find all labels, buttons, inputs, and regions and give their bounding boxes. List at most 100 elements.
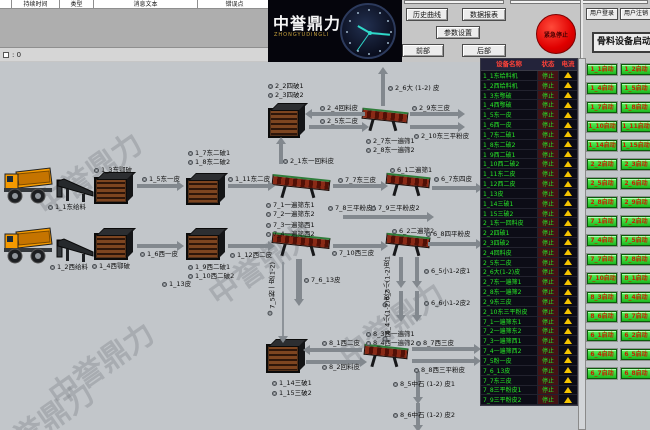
emergency-stop-button[interactable]: 紧急停止 bbox=[536, 14, 576, 54]
device-row[interactable]: 1_4西鄂破停止 bbox=[481, 100, 577, 110]
device-row[interactable]: 7_5粉一皮停止 bbox=[481, 356, 577, 366]
device-start-button[interactable]: 7_10启动 bbox=[587, 273, 617, 284]
brand-title: 中誉鼎力 bbox=[273, 10, 341, 34]
vibrating-screen-icon[interactable] bbox=[364, 344, 408, 368]
alarm-filter-icon[interactable] bbox=[3, 52, 9, 58]
device-name: 1_8东二破2 bbox=[481, 140, 537, 149]
front-section-button[interactable]: 前部 bbox=[402, 44, 444, 57]
device-row[interactable]: 1_7东二破1停止 bbox=[481, 130, 577, 140]
dump-truck-icon[interactable] bbox=[2, 164, 54, 206]
device-row[interactable]: 2_2四破1停止 bbox=[481, 228, 577, 238]
device-row[interactable]: 7_3一遍筛西1停止 bbox=[481, 336, 577, 346]
vibrating-screen-icon[interactable] bbox=[386, 173, 430, 197]
device-row[interactable]: 1_6西一皮停止 bbox=[481, 120, 577, 130]
device-row[interactable]: 7_1一遍筛东1停止 bbox=[481, 317, 577, 327]
vibrating-feeder-icon[interactable] bbox=[56, 237, 94, 263]
crusher-icon[interactable] bbox=[186, 233, 220, 260]
device-start-button[interactable]: 1_15启动 bbox=[621, 140, 650, 151]
device-start-button[interactable]: 6_8启动 bbox=[621, 368, 650, 379]
device-row[interactable]: 2_9东三皮停止 bbox=[481, 297, 577, 307]
device-row[interactable]: 1_10西二破2停止 bbox=[481, 159, 577, 169]
device-start-button[interactable]: 7_7启动 bbox=[587, 254, 617, 265]
dump-truck-icon[interactable] bbox=[2, 224, 54, 266]
data-report-button[interactable]: 数据报表 bbox=[462, 8, 506, 21]
device-row[interactable]: 7_9三平粉皮2停止 bbox=[481, 395, 577, 405]
jaw-crusher-icon[interactable] bbox=[94, 177, 128, 204]
vibrating-feeder-icon[interactable] bbox=[56, 177, 94, 203]
device-start-button[interactable]: 2_8启动 bbox=[587, 197, 617, 208]
user-logout-button[interactable]: 用户注销 bbox=[620, 8, 650, 20]
device-start-button[interactable]: 1_14启动 bbox=[587, 140, 617, 151]
status-indicator-icon bbox=[392, 229, 397, 234]
top-partial-button[interactable] bbox=[510, 0, 648, 4]
device-row[interactable]: 2_10东三平粉皮停止 bbox=[481, 307, 577, 317]
device-row[interactable]: 2_8东一遍筛2停止 bbox=[481, 287, 577, 297]
device-start-button[interactable]: 1_10启动 bbox=[587, 121, 617, 132]
device-start-button[interactable]: 6_1启动 bbox=[587, 330, 617, 341]
device-start-button[interactable]: 7_4启动 bbox=[587, 235, 617, 246]
device-start-button[interactable]: 7_5启动 bbox=[621, 235, 650, 246]
device-row[interactable]: 7_8三平粉皮1停止 bbox=[481, 386, 577, 396]
device-row[interactable]: 2_1东一回料皮停止 bbox=[481, 218, 577, 228]
device-start-button[interactable]: 8_3启动 bbox=[587, 292, 617, 303]
device-start-button[interactable]: 1_11启动 bbox=[621, 121, 650, 132]
device-start-button[interactable]: 6_7启动 bbox=[587, 368, 617, 379]
history-curve-button[interactable]: 历史曲线 bbox=[406, 8, 448, 21]
device-row[interactable]: 1_13皮停止 bbox=[481, 189, 577, 199]
vibrating-screen-icon[interactable] bbox=[386, 233, 430, 257]
device-row[interactable]: 7_7东三皮停止 bbox=[481, 376, 577, 386]
equipment-label: 2_6大 (1-2) 皮 bbox=[388, 84, 439, 92]
device-start-button[interactable]: 8_6启动 bbox=[587, 311, 617, 322]
device-row[interactable]: 2_4回料皮停止 bbox=[481, 248, 577, 258]
device-row[interactable]: 1_12西二皮停止 bbox=[481, 179, 577, 189]
device-status: 停止 bbox=[537, 130, 559, 139]
device-start-button[interactable]: 8_1启动 bbox=[621, 273, 650, 284]
device-start-button[interactable]: 6_5启动 bbox=[621, 349, 650, 360]
crusher-icon[interactable] bbox=[266, 344, 300, 373]
crusher-icon[interactable] bbox=[268, 108, 300, 138]
device-row[interactable]: 2_3四破2停止 bbox=[481, 238, 577, 248]
device-start-button[interactable]: 1_4启动 bbox=[587, 83, 617, 94]
crusher-icon[interactable] bbox=[186, 178, 220, 205]
device-row[interactable]: 7_4一遍筛西2停止 bbox=[481, 346, 577, 356]
device-row[interactable]: 1_9西二破1停止 bbox=[481, 150, 577, 160]
device-start-button[interactable]: 8_4启动 bbox=[621, 292, 650, 303]
device-start-button[interactable]: 7_2启动 bbox=[621, 216, 650, 227]
panel-scrollbar[interactable] bbox=[578, 58, 586, 430]
device-start-button[interactable]: 7_8启动 bbox=[621, 254, 650, 265]
device-row[interactable]: 1_1东给料机停止 bbox=[481, 71, 577, 81]
top-partial-button[interactable] bbox=[404, 0, 504, 4]
jaw-crusher-icon[interactable] bbox=[94, 233, 128, 260]
device-start-button[interactable]: 2_3启动 bbox=[621, 159, 650, 170]
device-row[interactable]: 1_8东二破2停止 bbox=[481, 140, 577, 150]
rear-section-button[interactable]: 后部 bbox=[462, 44, 506, 57]
device-start-button[interactable]: 7_1启动 bbox=[587, 216, 617, 227]
device-start-button[interactable]: 8_7启动 bbox=[621, 311, 650, 322]
device-row[interactable]: 1_2西给料机停止 bbox=[481, 81, 577, 91]
device-row[interactable]: 1_5东一皮停止 bbox=[481, 110, 577, 120]
device-row[interactable]: 1_11东二皮停止 bbox=[481, 169, 577, 179]
device-row[interactable]: 1_3东鄂破停止 bbox=[481, 91, 577, 101]
user-login-button[interactable]: 用户登录 bbox=[586, 8, 618, 20]
device-row[interactable]: 7_6_13皮停止 bbox=[481, 366, 577, 376]
parameter-settings-button[interactable]: 参数设置 bbox=[436, 26, 480, 39]
device-row[interactable]: 2_7东一遍筛1停止 bbox=[481, 277, 577, 287]
device-row[interactable]: 2_6大(1-2)皮停止 bbox=[481, 268, 577, 278]
status-indicator-icon bbox=[383, 336, 388, 341]
vibrating-screen-icon[interactable] bbox=[272, 175, 330, 199]
device-row[interactable]: 1_14三破1停止 bbox=[481, 199, 577, 209]
device-start-button[interactable]: 6_4启动 bbox=[587, 349, 617, 360]
device-start-button[interactable]: 2_5启动 bbox=[587, 178, 617, 189]
device-row[interactable]: 1_15三破2停止 bbox=[481, 209, 577, 219]
device-start-button[interactable]: 2_6启动 bbox=[621, 178, 650, 189]
device-start-button[interactable]: 2_2启动 bbox=[587, 159, 617, 170]
device-start-button[interactable]: 1_5启动 bbox=[621, 83, 650, 94]
device-start-button[interactable]: 2_9启动 bbox=[621, 197, 650, 208]
device-start-button[interactable]: 1_8启动 bbox=[621, 102, 650, 113]
device-start-button[interactable]: 1_2启动 bbox=[621, 64, 650, 75]
device-start-button[interactable]: 6_2启动 bbox=[621, 330, 650, 341]
device-row[interactable]: 7_2一遍筛东2停止 bbox=[481, 327, 577, 337]
device-start-button[interactable]: 1_7启动 bbox=[587, 102, 617, 113]
device-start-button[interactable]: 1_1启动 bbox=[587, 64, 617, 75]
device-row[interactable]: 2_5东二皮停止 bbox=[481, 258, 577, 268]
